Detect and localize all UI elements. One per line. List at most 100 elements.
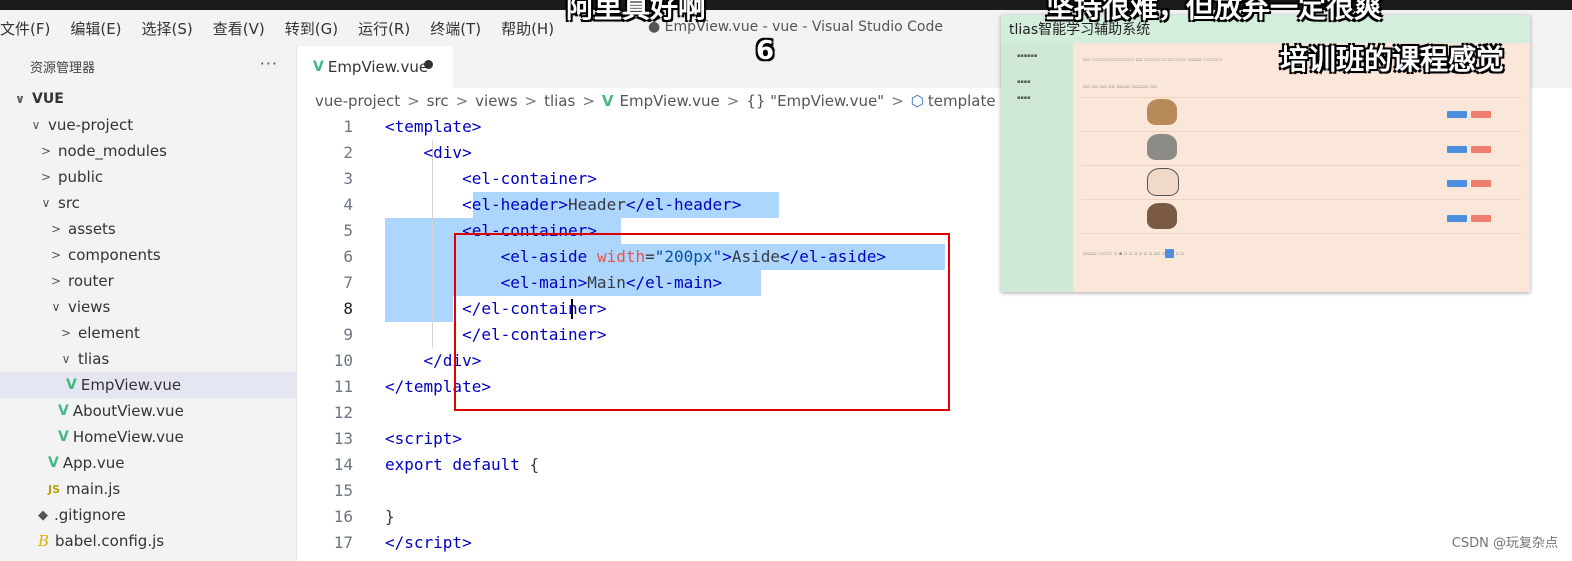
breadcrumb-item[interactable]: views	[475, 92, 517, 110]
tree-item-label: .gitignore	[54, 506, 126, 524]
line-number: 17	[333, 533, 353, 552]
code-line[interactable]: 13 <script>	[297, 426, 1572, 452]
breadcrumb-item[interactable]: tlias	[544, 92, 575, 110]
breadcrumb-item[interactable]: EmpView.vue	[620, 92, 720, 110]
preview-row-divider	[1081, 97, 1521, 98]
chevron-right-icon: >	[50, 248, 62, 262]
menu-item-7[interactable]: 帮助(H)	[501, 18, 554, 39]
line-number: 12	[333, 403, 353, 422]
tree-item-16[interactable]: ◆ .gitignore	[0, 502, 296, 528]
tree-item-label: router	[68, 272, 114, 290]
code-line[interactable]: 14 export default {	[297, 452, 1572, 478]
code-text: <div>	[423, 143, 472, 162]
tab-label: EmpView.vue	[327, 58, 429, 76]
chevron-right-icon: >	[40, 144, 52, 158]
preview-menu-item: ▪▪▪▪▪▪	[1017, 53, 1038, 59]
tree-item-10[interactable]: ∨ tlias	[0, 346, 296, 372]
vue-file-icon: V	[313, 59, 324, 75]
chevron-down-icon: ∨	[61, 352, 71, 366]
more-actions-icon[interactable]: ···	[260, 54, 278, 73]
tree-item-label: main.js	[66, 480, 121, 498]
tree-item-label: VUE	[32, 91, 64, 107]
preview-avatar	[1147, 99, 1177, 125]
breadcrumb-separator: >	[455, 92, 469, 110]
tree-item-8[interactable]: ∨ views	[0, 294, 296, 320]
menu-item-2[interactable]: 选择(S)	[142, 18, 193, 39]
preview-delete-button	[1471, 146, 1491, 153]
preview-avatar	[1147, 168, 1179, 196]
chevron-down-icon: ∨	[41, 196, 51, 210]
breadcrumb-item[interactable]: {} "EmpView.vue"	[746, 92, 884, 110]
tree-item-1[interactable]: ∨ vue-project	[0, 112, 296, 138]
tree-item-13[interactable]: V HomeView.vue	[0, 424, 296, 450]
chevron-right-icon: >	[50, 222, 62, 236]
tree-item-label: babel.config.js	[55, 532, 165, 550]
line-number: 6	[343, 247, 353, 266]
preview-aside: ▪▪▪▪▪▪ ▪▪▪▪ ▪▪▪▪	[1001, 43, 1073, 292]
code-line[interactable]: 17 </script>	[297, 530, 1572, 556]
menu-item-6[interactable]: 终端(T)	[430, 18, 481, 39]
menu-item-3[interactable]: 查看(V)	[213, 18, 265, 39]
highlight-box	[454, 233, 950, 411]
preview-edit-button	[1447, 111, 1467, 118]
vue-file-icon: V	[58, 403, 69, 419]
preview-row-divider	[1081, 233, 1521, 234]
preview-avatar	[1147, 203, 1177, 229]
line-number: 1	[343, 117, 353, 136]
preview-edit-button	[1447, 180, 1467, 187]
code-text: <script>	[385, 429, 463, 448]
line-number: 4	[343, 195, 353, 214]
preview-row-divider	[1081, 199, 1521, 200]
caption-right: 培训班的课程感觉	[1280, 43, 1505, 76]
chevron-right-icon: >	[60, 326, 72, 340]
tab-empview[interactable]: V EmpView.vue	[297, 46, 453, 88]
code-text: <el-container>	[462, 169, 597, 188]
menu-item-5[interactable]: 运行(R)	[358, 18, 410, 39]
menu-item-1[interactable]: 编辑(E)	[70, 18, 121, 39]
line-number: 5	[343, 221, 353, 240]
caption-top-left-number: 6	[756, 36, 775, 66]
menu-item-0[interactable]: 文件(F)	[0, 18, 50, 39]
tree-item-11[interactable]: V EmpView.vue	[0, 372, 296, 398]
preview-menu-item: ▪▪▪▪	[1017, 79, 1031, 85]
breadcrumb-item[interactable]: src	[427, 92, 449, 110]
preview-search-bar: ▫▫ ▭▭▭▭▭▭▭▭▭ ▫▫ ▭▭▭▭▭▭▭▭▭ ▫▫▫▫ ▭▭▭▭	[1083, 57, 1222, 63]
breadcrumb-item[interactable]: template	[928, 92, 996, 110]
line-number: 16	[333, 507, 353, 526]
tree-item-7[interactable]: > router	[0, 268, 296, 294]
preview-menu-item: ▪▪▪▪	[1017, 95, 1031, 101]
preview-edit-button	[1447, 146, 1467, 153]
code-line[interactable]: 15	[297, 478, 1572, 504]
code-line[interactable]: 16}	[297, 504, 1572, 530]
tree-item-9[interactable]: > element	[0, 320, 296, 346]
preview-row-divider	[1081, 131, 1521, 132]
tree-item-label: HomeView.vue	[72, 428, 184, 446]
menu-item-4[interactable]: 转到(G)	[285, 18, 338, 39]
line-number: 8	[343, 299, 353, 318]
babel-file-icon: B	[38, 532, 50, 550]
cube-icon: ⬡	[910, 92, 924, 110]
code-text: </script>	[385, 533, 472, 552]
tree-item-6[interactable]: > components	[0, 242, 296, 268]
caption-top-left: 阿里真好啊	[566, 0, 707, 24]
tree-item-5[interactable]: > assets	[0, 216, 296, 242]
preview-pagination: ▫▫▫▫ ▭▭▭ ▫ ▪ ▫ ▫ ▫ ▫ ▫ ▫ ▫▫ ▫ ▫▫ ▫ ▫	[1083, 251, 1184, 257]
watermark: CSDN @玩复杂点	[1451, 536, 1558, 551]
breadcrumb-item[interactable]: vue-project	[315, 92, 400, 110]
tree-item-12[interactable]: V AboutView.vue	[0, 398, 296, 424]
preview-delete-button	[1471, 215, 1491, 222]
tree-item-label: views	[68, 298, 111, 316]
tree-item-0[interactable]: ∨ VUE	[0, 86, 296, 112]
tree-item-label: tlias	[78, 350, 110, 368]
preview-delete-button	[1471, 111, 1491, 118]
preview-table-header: ▫▫ ▫▫ ▫▫ ▫▫ ▫▫▫▫ ▫▫▫▫▫ ▫▫	[1083, 84, 1157, 90]
tree-item-17[interactable]: Bbabel.config.js	[0, 528, 296, 554]
tree-item-4[interactable]: ∨ src	[0, 190, 296, 216]
tree-item-15[interactable]: JS main.js	[0, 476, 296, 502]
unsaved-dot-icon[interactable]	[424, 60, 433, 69]
tree-item-label: assets	[68, 220, 116, 238]
tree-item-3[interactable]: > public	[0, 164, 296, 190]
tree-item-label: src	[58, 194, 80, 212]
tree-item-14[interactable]: V App.vue	[0, 450, 296, 476]
tree-item-2[interactable]: > node_modules	[0, 138, 296, 164]
